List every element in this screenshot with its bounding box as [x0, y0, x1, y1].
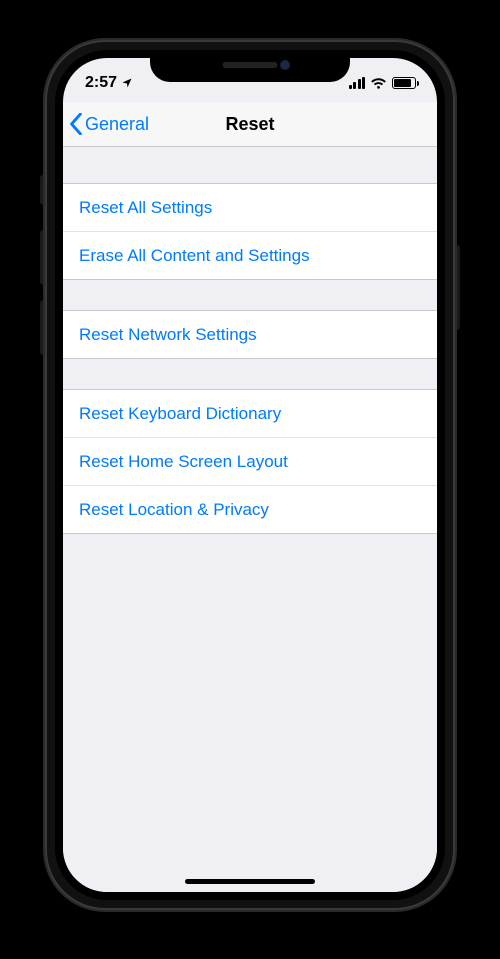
group-3: Reset Keyboard Dictionary Reset Home Scr…	[63, 389, 437, 534]
cellular-signal-icon	[349, 77, 366, 89]
section-gap	[63, 147, 437, 183]
reset-keyboard-dictionary-row[interactable]: Reset Keyboard Dictionary	[63, 390, 437, 438]
screen: 2:57	[63, 58, 437, 892]
row-label: Reset Home Screen Layout	[79, 452, 288, 472]
row-label: Reset Location & Privacy	[79, 500, 269, 520]
content: Reset All Settings Erase All Content and…	[63, 147, 437, 892]
reset-all-settings-row[interactable]: Reset All Settings	[63, 184, 437, 232]
reset-network-settings-row[interactable]: Reset Network Settings	[63, 311, 437, 359]
reset-location-privacy-row[interactable]: Reset Location & Privacy	[63, 486, 437, 534]
speaker-grille	[223, 62, 278, 68]
group-2: Reset Network Settings	[63, 310, 437, 359]
section-gap	[63, 280, 437, 310]
front-camera	[280, 60, 290, 70]
stage: 2:57	[0, 0, 500, 959]
erase-all-content-row[interactable]: Erase All Content and Settings	[63, 232, 437, 280]
row-label: Erase All Content and Settings	[79, 246, 310, 266]
wifi-icon	[370, 77, 387, 90]
phone-frame: 2:57	[45, 40, 455, 910]
chevron-left-icon	[69, 113, 83, 135]
phone-bezel: 2:57	[55, 50, 445, 900]
back-label: General	[85, 114, 149, 135]
status-left: 2:57	[85, 68, 133, 92]
nav-bar: General Reset	[63, 102, 437, 147]
row-label: Reset Keyboard Dictionary	[79, 404, 281, 424]
group-1: Reset All Settings Erase All Content and…	[63, 183, 437, 280]
status-time: 2:57	[85, 74, 117, 92]
section-gap	[63, 359, 437, 389]
notch	[150, 50, 350, 82]
battery-icon	[392, 77, 419, 89]
back-button[interactable]: General	[63, 113, 149, 135]
reset-home-screen-row[interactable]: Reset Home Screen Layout	[63, 438, 437, 486]
row-label: Reset Network Settings	[79, 325, 257, 345]
home-indicator[interactable]	[185, 879, 315, 884]
row-label: Reset All Settings	[79, 198, 212, 218]
location-services-icon	[121, 77, 133, 89]
status-right	[349, 71, 420, 90]
